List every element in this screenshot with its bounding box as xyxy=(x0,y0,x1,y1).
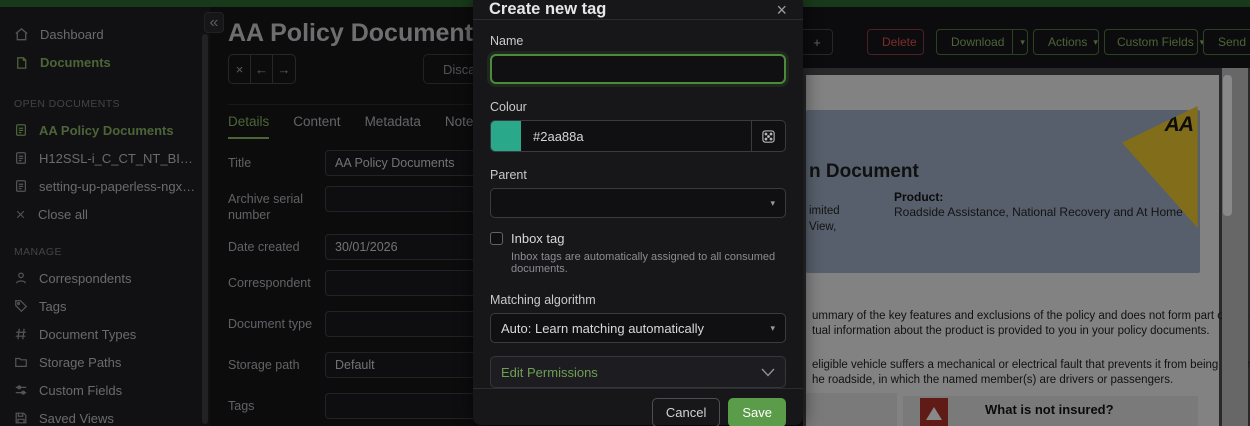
inbox-tag-row: Inbox tag xyxy=(490,231,786,246)
chevron-down-icon: ▾ xyxy=(770,198,775,209)
random-colour-button[interactable] xyxy=(751,121,785,151)
chevron-down-icon xyxy=(761,368,775,377)
colour-swatch xyxy=(491,121,521,151)
inbox-tag-hint: Inbox tags are automatically assigned to… xyxy=(511,251,786,275)
dice-icon xyxy=(761,129,776,144)
inbox-tag-label: Inbox tag xyxy=(511,231,565,246)
close-icon[interactable]: × xyxy=(776,1,787,19)
matching-algorithm-select[interactable]: Auto: Learn matching automatically ▾ xyxy=(490,313,786,343)
modal-body: Name Colour #2aa88a Parent ▾ Inbox tag I… xyxy=(473,20,803,388)
cancel-button[interactable]: Cancel xyxy=(652,398,720,426)
tag-name-input[interactable] xyxy=(490,54,786,84)
app-root: Dashboard Documents OPEN DOCUMENTS AA Po… xyxy=(0,0,1250,426)
colour-input-group: #2aa88a xyxy=(490,120,786,152)
modal-header: Create new tag × xyxy=(473,0,803,20)
modal-title: Create new tag xyxy=(489,0,606,19)
colour-hex-value[interactable]: #2aa88a xyxy=(521,121,751,151)
inbox-tag-checkbox[interactable] xyxy=(490,232,503,245)
parent-label: Parent xyxy=(490,168,786,182)
save-button[interactable]: Save xyxy=(728,398,786,426)
name-label: Name xyxy=(490,34,786,48)
matching-algorithm-value: Auto: Learn matching automatically xyxy=(501,321,704,336)
colour-label: Colour xyxy=(490,100,786,114)
chevron-down-icon: ▾ xyxy=(770,323,775,334)
modal-footer: Cancel Save xyxy=(473,388,803,426)
parent-select[interactable]: ▾ xyxy=(490,188,786,218)
edit-permissions-toggle[interactable]: Edit Permissions xyxy=(490,356,786,388)
create-tag-modal: Create new tag × Name Colour #2aa88a Par… xyxy=(473,0,803,425)
edit-permissions-label: Edit Permissions xyxy=(501,365,598,380)
matching-algorithm-label: Matching algorithm xyxy=(490,293,786,307)
